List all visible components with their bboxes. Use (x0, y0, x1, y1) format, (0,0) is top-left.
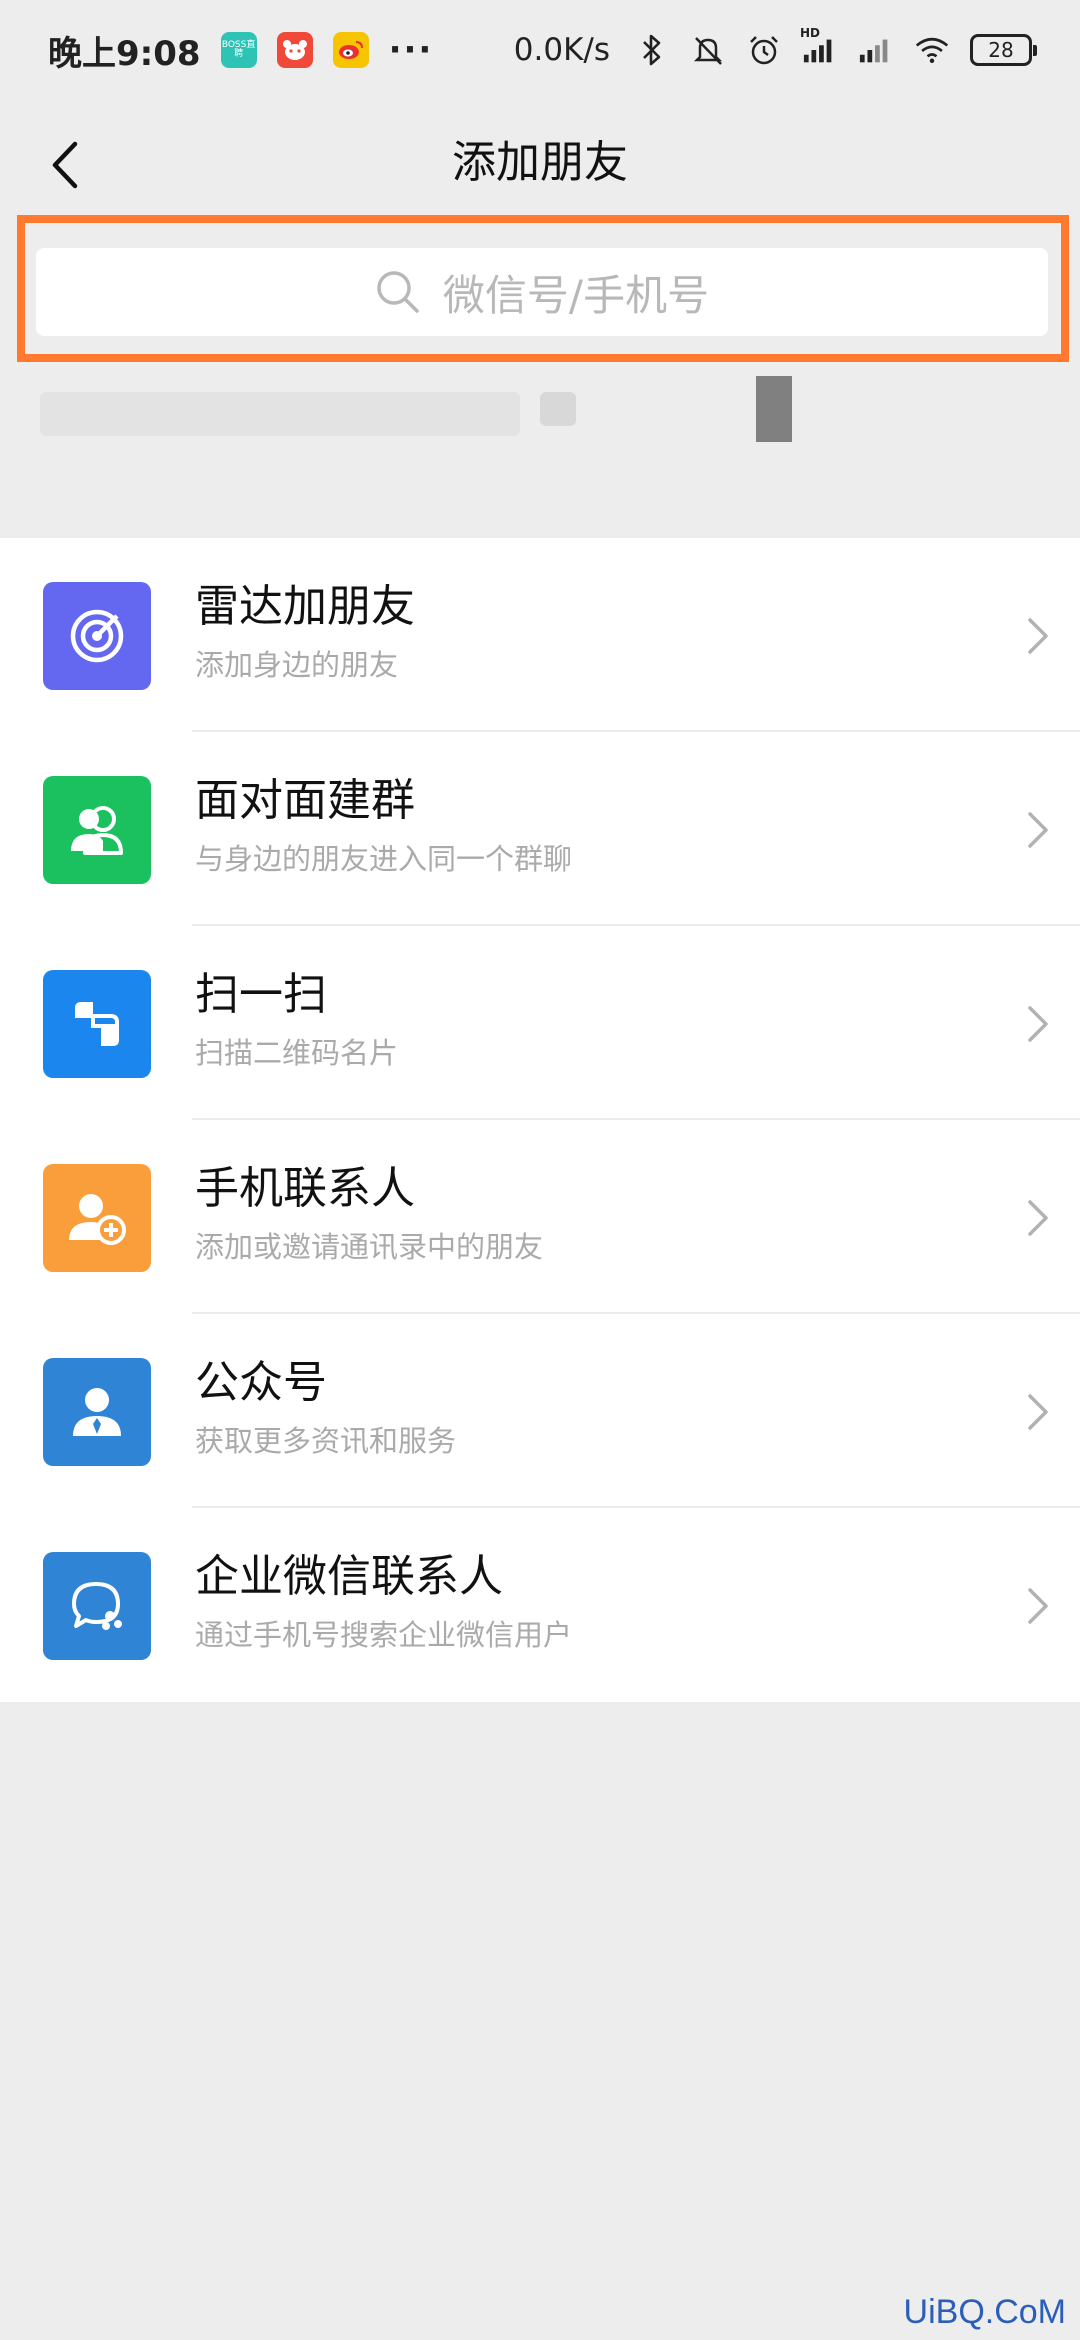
radar-icon (43, 582, 151, 690)
signal-icon (858, 32, 894, 68)
add-friend-options-list: 雷达加朋友 添加身边的朋友 面对面建群 与身边的朋友进入同一个群聊 扫一扫 扫描… (0, 538, 1080, 1702)
alarm-icon (746, 32, 782, 68)
bluetooth-icon (634, 32, 670, 68)
redacted-block (40, 392, 520, 436)
redacted-my-id-area (0, 362, 1080, 512)
redacted-block (756, 376, 792, 442)
status-bar-left: 晚上9:08 BOSS直聘 ··· (48, 26, 433, 75)
chevron-right-icon (1028, 1200, 1048, 1236)
menu-item-text: 扫一扫 扫描二维码名片 (195, 966, 398, 1072)
signal-hd-icon: HD (800, 26, 838, 68)
menu-item-title: 面对面建群 (195, 775, 415, 826)
menu-item-subtitle: 添加身边的朋友 (195, 648, 399, 682)
bear-app-icon (276, 32, 313, 68)
hd-badge: HD (800, 26, 821, 40)
chevron-right-icon (1028, 1588, 1048, 1624)
menu-item-text: 手机联系人 添加或邀请通讯录中的朋友 (195, 1160, 543, 1266)
menu-item-title: 公众号 (195, 1357, 327, 1408)
menu-item-phone-contacts[interactable]: 手机联系人 添加或邀请通讯录中的朋友 (0, 1120, 1080, 1314)
watermark: UiBQ.CoM (903, 2293, 1066, 2331)
chevron-right-icon (1028, 1394, 1048, 1430)
menu-item-title: 企业微信联系人 (195, 1551, 503, 1602)
chevron-right-icon (1028, 812, 1048, 848)
menu-item-work-contacts[interactable]: 企业微信联系人 通过手机号搜索企业微信用户 (0, 1508, 1080, 1702)
boss-app-icon-text: BOSS直聘 (221, 40, 256, 59)
chevron-right-icon (1028, 1006, 1048, 1042)
status-time: 晚上9:08 (48, 33, 201, 74)
search-input[interactable]: 微信号/手机号 (36, 248, 1048, 336)
menu-item-text: 面对面建群 与身边的朋友进入同一个群聊 (195, 772, 572, 878)
menu-item-text: 雷达加朋友 添加身边的朋友 (195, 578, 415, 684)
search-icon (377, 271, 419, 313)
network-speed: 0.0K/s (513, 32, 610, 68)
redacted-block (540, 392, 576, 426)
official-account-icon (43, 1358, 151, 1466)
menu-item-text: 公众号 获取更多资讯和服务 (195, 1354, 456, 1460)
scan-icon (43, 970, 151, 1078)
mute-bell-icon (690, 32, 726, 68)
contact-add-icon (43, 1164, 151, 1272)
menu-item-text: 企业微信联系人 通过手机号搜索企业微信用户 (195, 1548, 572, 1654)
menu-item-scan[interactable]: 扫一扫 扫描二维码名片 (0, 926, 1080, 1120)
weibo-app-icon (332, 32, 369, 68)
boss-app-icon: BOSS直聘 (220, 32, 257, 68)
more-notifications-indicator: ··· (388, 30, 434, 70)
menu-item-title: 手机联系人 (195, 1163, 415, 1214)
menu-item-subtitle: 添加或邀请通讯录中的朋友 (195, 1230, 544, 1264)
search-placeholder: 微信号/手机号 (442, 270, 710, 320)
nav-header: 添加朋友 (0, 100, 1080, 230)
status-bar-right: 0.0K/s HD 28 (513, 26, 1037, 68)
work-chat-icon (43, 1552, 151, 1660)
menu-item-radar[interactable]: 雷达加朋友 添加身边的朋友 (0, 538, 1080, 732)
menu-item-official-accounts[interactable]: 公众号 获取更多资讯和服务 (0, 1314, 1080, 1508)
page-title: 添加朋友 (452, 137, 628, 188)
menu-item-subtitle: 扫描二维码名片 (195, 1036, 399, 1070)
menu-item-title: 雷达加朋友 (195, 581, 415, 632)
battery-level: 28 (988, 38, 1014, 62)
battery-indicator: 28 (970, 34, 1037, 66)
chevron-right-icon (1028, 618, 1048, 654)
wifi-icon (914, 32, 950, 68)
menu-item-subtitle: 通过手机号搜索企业微信用户 (195, 1618, 573, 1652)
menu-item-subtitle: 获取更多资讯和服务 (195, 1424, 457, 1458)
status-bar: 晚上9:08 BOSS直聘 ··· 0.0K/s HD 28 (0, 0, 1080, 100)
menu-item-subtitle: 与身边的朋友进入同一个群聊 (195, 842, 573, 876)
group-icon (43, 776, 151, 884)
menu-item-face-to-face-group[interactable]: 面对面建群 与身边的朋友进入同一个群聊 (0, 732, 1080, 926)
menu-item-title: 扫一扫 (195, 969, 327, 1020)
